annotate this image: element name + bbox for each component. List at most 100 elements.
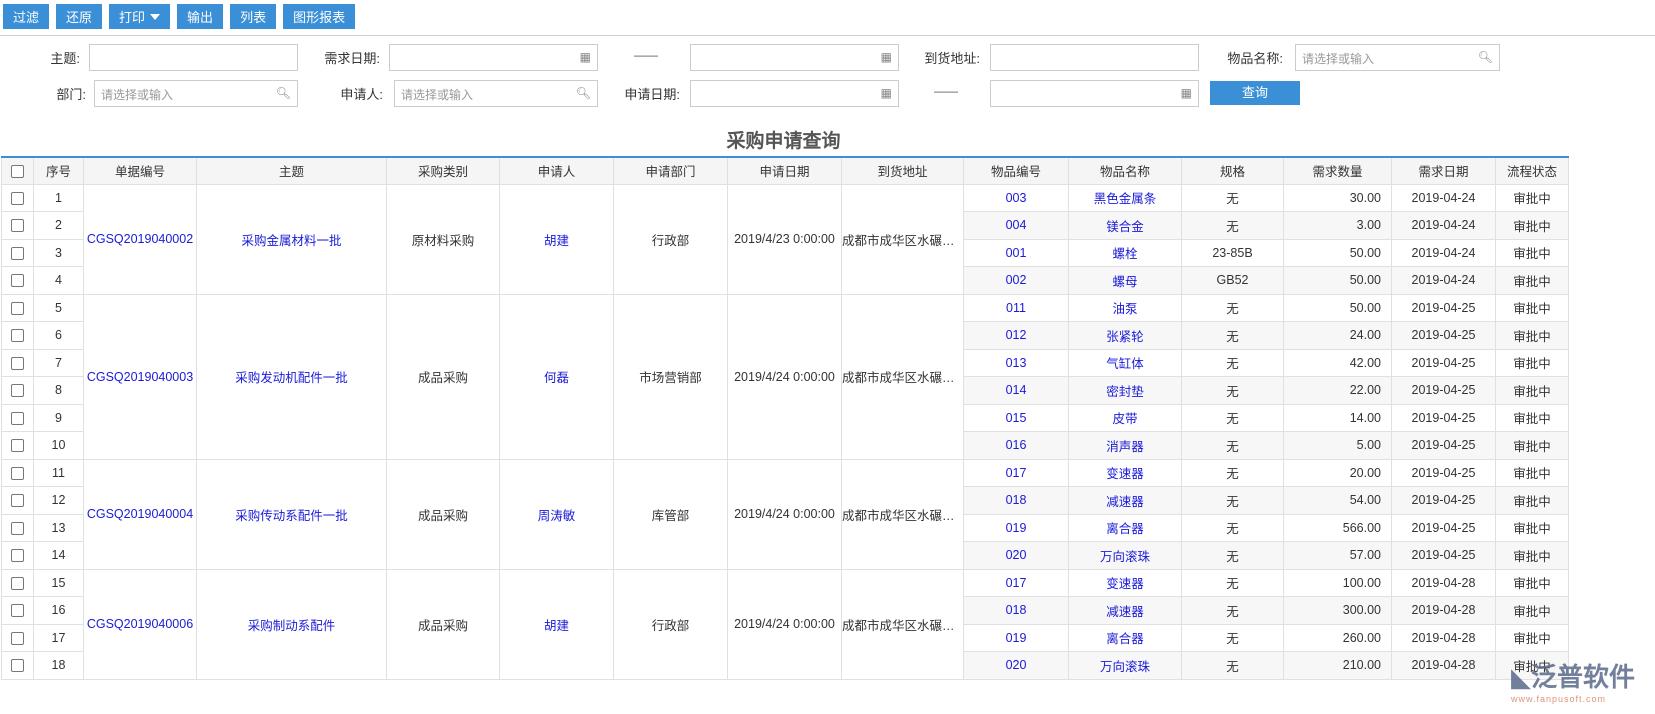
column-header[interactable]: 需求日期 [1391, 156, 1496, 185]
row-checkbox[interactable] [11, 246, 24, 260]
row-checkbox[interactable] [11, 219, 24, 233]
item-name-link[interactable]: 皮带 [1068, 403, 1182, 432]
apply-date-start[interactable]: ▦ [690, 80, 899, 107]
row-checkbox[interactable] [11, 466, 24, 480]
print-button[interactable]: 打印 [109, 4, 171, 29]
row-checkbox[interactable] [11, 549, 24, 563]
column-header[interactable]: 规格 [1181, 156, 1284, 185]
column-header[interactable]: 物品编号 [963, 156, 1069, 185]
reset-button[interactable]: 还原 [56, 4, 103, 29]
row-checkbox[interactable] [11, 604, 24, 618]
address-input[interactable] [990, 44, 1199, 71]
applicant-link[interactable]: 胡建 [499, 568, 614, 680]
item-name-link[interactable]: 气缸体 [1068, 348, 1182, 377]
item-code-link[interactable]: 011 [963, 293, 1069, 322]
item-name-link[interactable]: 万向滚珠 [1068, 541, 1182, 570]
row-checkbox[interactable] [11, 521, 24, 535]
row-checkbox[interactable] [11, 411, 24, 425]
item-code-link[interactable]: 020 [963, 541, 1069, 570]
demand-date-end[interactable]: ▦ [690, 44, 899, 71]
item-name-link[interactable]: 镁合金 [1068, 211, 1182, 240]
item-code-link[interactable]: 017 [963, 458, 1069, 487]
column-header[interactable]: 序号 [33, 156, 84, 185]
calendar-icon[interactable]: ▦ [881, 50, 892, 64]
column-header[interactable]: 单据编号 [83, 156, 197, 185]
subject-input[interactable] [89, 44, 298, 71]
item-code-link[interactable]: 019 [963, 623, 1069, 652]
item-code-link[interactable]: 019 [963, 513, 1069, 542]
table-row[interactable]: 11 CGSQ2019040004 采购传动系配件一批 成品采购 周涛敏 库管部 2019/… [1, 458, 1569, 570]
doc-number-link[interactable]: CGSQ2019040004 [83, 458, 197, 570]
item-code-link[interactable]: 003 [963, 183, 1069, 212]
item-name-link[interactable]: 张紧轮 [1068, 321, 1182, 350]
subject-link[interactable]: 采购传动系配件一批 [196, 458, 387, 570]
item-code-link[interactable]: 004 [963, 211, 1069, 240]
item-name-input[interactable]: 请选择或输入 🔍︎ [1295, 44, 1500, 71]
item-name-link[interactable]: 万向滚珠 [1068, 651, 1182, 680]
row-checkbox[interactable] [11, 191, 24, 205]
item-name-link[interactable]: 减速器 [1068, 486, 1182, 515]
row-checkbox[interactable] [11, 659, 24, 673]
column-header[interactable]: 流程状态 [1495, 156, 1569, 185]
subject-link[interactable]: 采购金属材料一批 [196, 183, 387, 295]
chart-report-button[interactable]: 图形报表 [283, 4, 356, 29]
item-name-link[interactable]: 变速器 [1068, 568, 1182, 597]
apply-date-end[interactable]: ▦ [990, 80, 1199, 107]
column-header[interactable]: 需求数量 [1283, 156, 1392, 185]
column-header[interactable]: 申请日期 [727, 156, 842, 185]
calendar-icon[interactable]: ▦ [1181, 86, 1192, 100]
row-checkbox[interactable] [11, 494, 24, 508]
row-checkbox[interactable] [11, 356, 24, 370]
doc-number-link[interactable]: CGSQ2019040002 [83, 183, 197, 295]
item-name-link[interactable]: 黑色金属条 [1068, 183, 1182, 212]
subject-link[interactable]: 采购制动系配件 [196, 568, 387, 680]
row-checkbox[interactable] [11, 274, 24, 288]
item-code-link[interactable]: 018 [963, 486, 1069, 515]
item-name-link[interactable]: 消声器 [1068, 431, 1182, 460]
item-name-link[interactable]: 离合器 [1068, 513, 1182, 542]
item-code-link[interactable]: 013 [963, 348, 1069, 377]
item-code-link[interactable]: 020 [963, 651, 1069, 680]
item-code-link[interactable]: 015 [963, 403, 1069, 432]
table-row[interactable]: 15 CGSQ2019040006 采购制动系配件 成品采购 胡建 行政部 2019/4/2… [1, 568, 1569, 680]
list-button[interactable]: 列表 [230, 4, 277, 29]
item-name-link[interactable]: 离合器 [1068, 623, 1182, 652]
doc-number-link[interactable]: CGSQ2019040003 [83, 293, 197, 460]
item-name-link[interactable]: 变速器 [1068, 458, 1182, 487]
column-header[interactable]: 采购类别 [386, 156, 500, 185]
row-checkbox[interactable] [11, 631, 24, 645]
row-checkbox[interactable] [11, 439, 24, 453]
table-row[interactable]: 1 CGSQ2019040002 采购金属材料一批 原材料采购 胡建 行政部 2019/4/… [1, 183, 1569, 295]
search-icon[interactable]: 🔍︎ [276, 86, 291, 100]
item-code-link[interactable]: 016 [963, 431, 1069, 460]
calendar-icon[interactable]: ▦ [580, 50, 591, 64]
column-header[interactable]: 主题 [196, 156, 387, 185]
row-checkbox[interactable] [11, 384, 24, 398]
item-code-link[interactable]: 002 [963, 266, 1069, 295]
item-code-link[interactable]: 001 [963, 238, 1069, 267]
column-header[interactable]: 到货地址 [841, 156, 964, 185]
column-header[interactable]: 申请人 [499, 156, 614, 185]
doc-number-link[interactable]: CGSQ2019040006 [83, 568, 197, 680]
column-header[interactable]: 申请部门 [613, 156, 728, 185]
search-icon[interactable]: 🔍︎ [1478, 50, 1493, 64]
row-checkbox[interactable] [11, 576, 24, 590]
applicant-link[interactable]: 何磊 [499, 293, 614, 460]
table-row[interactable]: 5 CGSQ2019040003 采购发动机配件一批 成品采购 何磊 市场营销部 2019/… [1, 293, 1569, 460]
dept-input[interactable]: 请选择或输入 🔍︎ [94, 80, 298, 107]
subject-link[interactable]: 采购发动机配件一批 [196, 293, 387, 460]
item-name-link[interactable]: 螺母 [1068, 266, 1182, 295]
search-icon[interactable]: 🔍︎ [576, 86, 591, 100]
query-button[interactable]: 查询 [1210, 81, 1300, 105]
item-code-link[interactable]: 012 [963, 321, 1069, 350]
row-checkbox[interactable] [11, 329, 24, 343]
column-header[interactable]: 物品名称 [1068, 156, 1182, 185]
item-name-link[interactable]: 螺栓 [1068, 238, 1182, 267]
filter-button[interactable]: 过滤 [3, 4, 50, 29]
item-name-link[interactable]: 密封垫 [1068, 376, 1182, 405]
applicant-input[interactable]: 请选择或输入 🔍︎ [394, 80, 598, 107]
row-checkbox[interactable] [11, 301, 24, 315]
item-name-link[interactable]: 油泵 [1068, 293, 1182, 322]
item-code-link[interactable]: 017 [963, 568, 1069, 597]
applicant-link[interactable]: 胡建 [499, 183, 614, 295]
